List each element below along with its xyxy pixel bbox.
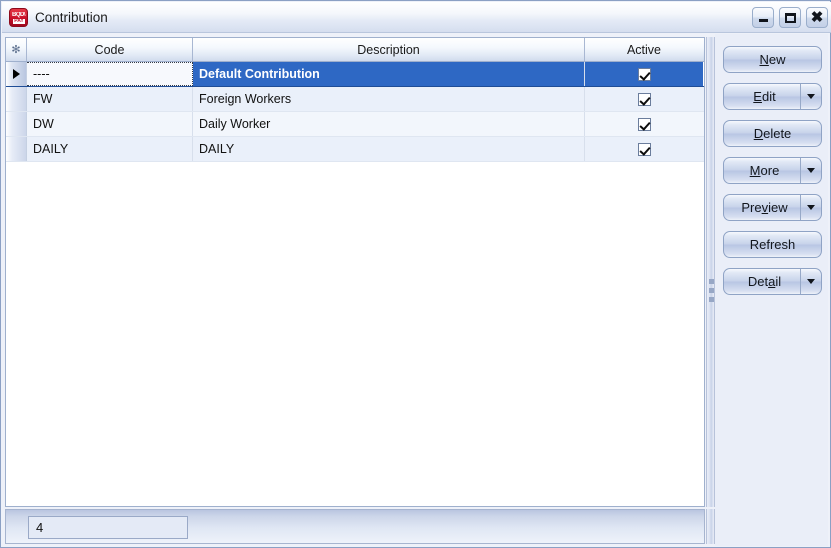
row-indicator-cell[interactable] [6, 62, 27, 86]
chevron-down-icon [807, 168, 815, 173]
cell-active[interactable] [585, 112, 703, 136]
cell-active[interactable] [585, 62, 703, 86]
maximize-icon [780, 8, 800, 27]
cell-description[interactable]: DAILY [193, 137, 585, 161]
chevron-down-icon [807, 94, 815, 99]
splitter-grip-dot [709, 279, 714, 284]
app-icon-glyph-top: BQD\ [12, 12, 26, 18]
close-button[interactable]: ✖ [806, 7, 828, 28]
action-button-panel: New Edit Delete More Preview Refresh Detail [715, 34, 828, 546]
refresh-button[interactable]: Refresh [723, 231, 822, 258]
active-checkbox-checked[interactable] [637, 117, 651, 131]
table-row[interactable]: DW Daily Worker [6, 112, 704, 137]
minimize-icon [753, 8, 773, 27]
preview-button[interactable]: Preview [723, 194, 822, 221]
edit-button-label: Edit [753, 89, 776, 104]
status-bar: 4 [5, 509, 705, 544]
app-icon-glyph-bottom: PAY [13, 19, 25, 24]
minimize-button[interactable] [752, 7, 774, 28]
cell-description[interactable]: Foreign Workers [193, 87, 585, 111]
splitter-grip-dot [709, 288, 714, 293]
delete-button[interactable]: Delete [723, 120, 822, 147]
row-indicator-cell[interactable] [6, 87, 27, 111]
refresh-button-label: Refresh [749, 237, 796, 252]
chevron-down-icon [807, 205, 815, 210]
cell-active[interactable] [585, 87, 703, 111]
grid-body: ---- Default Contribution FW Foreign Worker… [6, 62, 704, 506]
chevron-down-icon [807, 279, 815, 284]
cell-active[interactable] [585, 137, 703, 161]
detail-button[interactable]: Detail [723, 268, 822, 295]
panel-splitter[interactable] [706, 37, 715, 507]
table-row[interactable]: FW Foreign Workers [6, 87, 704, 112]
title-bar: BQD\ PAY Contribution ✖ [2, 2, 831, 33]
more-button[interactable]: More [723, 157, 822, 184]
row-indicator-cell[interactable] [6, 112, 27, 136]
window-title: Contribution [35, 10, 108, 25]
column-header-description[interactable]: Description [193, 38, 585, 61]
status-splitter [706, 509, 715, 544]
row-indicator-cell[interactable] [6, 137, 27, 161]
contribution-grid: ✻ Code Description Active ---- Default Co… [5, 37, 705, 507]
preview-button-label: Preview [741, 200, 788, 215]
edit-dropdown-arrow[interactable] [800, 84, 821, 109]
maximize-button[interactable] [779, 7, 801, 28]
table-row[interactable]: DAILY DAILY [6, 137, 704, 162]
detail-button-label: Detail [747, 274, 782, 289]
active-checkbox-checked[interactable] [637, 92, 651, 106]
application-window: BQD\ PAY Contribution ✖ ✻ Code Descripti… [0, 0, 831, 548]
column-header-code[interactable]: Code [27, 38, 193, 61]
cell-description[interactable]: Daily Worker [193, 112, 585, 136]
record-count-field[interactable]: 4 [28, 516, 188, 539]
new-button[interactable]: New [723, 46, 822, 73]
edit-button[interactable]: Edit [723, 83, 822, 110]
more-dropdown-arrow[interactable] [800, 158, 821, 183]
column-header-indicator[interactable]: ✻ [6, 38, 27, 61]
grid-header-row: ✻ Code Description Active [6, 38, 704, 62]
cell-description[interactable]: Default Contribution [193, 62, 585, 86]
more-button-label: More [749, 163, 780, 178]
active-checkbox-checked[interactable] [637, 142, 651, 156]
cell-code[interactable]: DAILY [27, 137, 193, 161]
delete-button-label: Delete [753, 126, 792, 141]
close-icon: ✖ [810, 9, 824, 26]
cell-code[interactable]: DW [27, 112, 193, 136]
cell-code[interactable]: ---- [27, 62, 193, 86]
table-row[interactable]: ---- Default Contribution [6, 62, 704, 87]
column-header-active[interactable]: Active [585, 38, 703, 61]
cell-code[interactable]: FW [27, 87, 193, 111]
preview-dropdown-arrow[interactable] [800, 195, 821, 220]
current-row-arrow-icon [12, 69, 20, 79]
active-checkbox-checked[interactable] [637, 67, 651, 81]
splitter-grip-dot [709, 297, 714, 302]
detail-dropdown-arrow[interactable] [800, 269, 821, 294]
application-icon: BQD\ PAY [9, 8, 28, 27]
new-button-label: New [759, 52, 786, 67]
record-count-value: 4 [36, 520, 44, 535]
